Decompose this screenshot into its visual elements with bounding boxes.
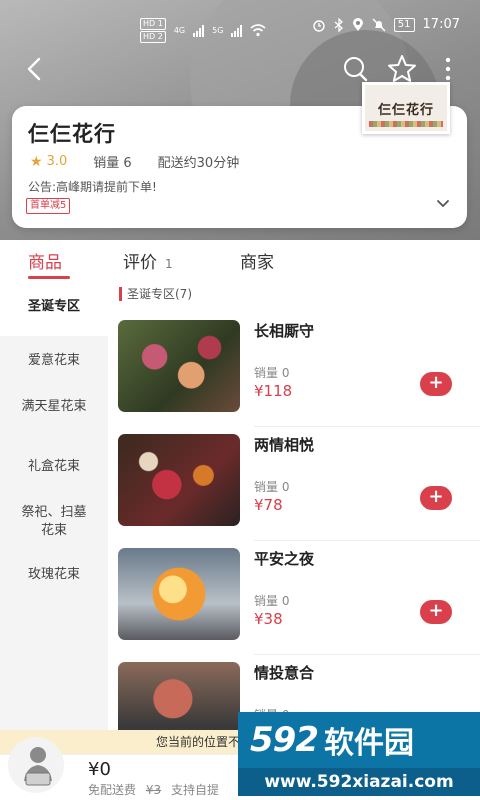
watermark-logo: 592 软件园 <box>238 712 480 768</box>
tab-merchant[interactable]: 商家 <box>240 248 274 273</box>
review-count: 1 <box>165 257 173 271</box>
shop-notice: 公告:高峰期请提前下单! <box>28 180 157 194</box>
add-icon: + <box>428 486 444 507</box>
network-type-2: 5G <box>212 26 224 35</box>
cart-total: ¥0 <box>88 759 111 780</box>
divider <box>254 426 480 427</box>
watermark-brand: 软件园 <box>323 726 414 761</box>
active-tab-indicator <box>28 276 70 279</box>
original-delivery-fee: ¥3 <box>145 783 162 797</box>
product-name: 两情相悦 <box>254 436 315 454</box>
divider <box>254 540 480 541</box>
product-image <box>118 320 240 412</box>
product-image <box>118 434 240 526</box>
category-babys-breath[interactable]: 满天星花束 <box>0 398 108 416</box>
category-memorial[interactable]: 祭祀、扫墓花束 <box>0 504 108 540</box>
product-name: 长相厮守 <box>254 322 315 340</box>
tab-products[interactable]: 商品 <box>28 248 62 273</box>
add-icon: + <box>428 372 444 393</box>
expand-chevron-icon[interactable] <box>436 198 450 210</box>
shop-rating: 3.0 <box>46 154 68 169</box>
category-rose[interactable]: 玫瑰花束 <box>0 566 108 584</box>
mute-icon <box>372 18 386 31</box>
category-love-bouquet[interactable]: 爱意花束 <box>0 352 108 370</box>
sim1-badge: HD 1 <box>140 18 166 30</box>
shop-name: 仨仨花行 <box>28 122 116 146</box>
product-sales: 销量 0 <box>254 366 290 380</box>
system-indicators: 51 17:07 <box>312 17 460 32</box>
location-icon <box>352 17 363 31</box>
search-icon[interactable] <box>340 54 370 84</box>
product-sales: 销量 0 <box>254 594 290 608</box>
product-sales: 销量 0 <box>254 480 290 494</box>
product-price: ¥38 <box>254 610 283 628</box>
add-to-cart-button[interactable]: + <box>420 600 452 624</box>
shop-meta: ★ 3.0 销量 6 配送约30分钟 <box>30 152 240 172</box>
network-type-1: 4G <box>173 26 186 35</box>
product-item[interactable]: 长相厮守 销量 0 ¥118 + <box>118 320 480 434</box>
shop-logo: 仨仨花行 <box>362 82 450 134</box>
shop-page: HD 1 HD 2 4G 5G 51 17:07 仨仨花行 ★ 3.0 销量 6… <box>0 0 480 800</box>
more-icon[interactable] <box>440 54 456 84</box>
product-name: 情投意合 <box>254 664 315 682</box>
free-delivery-label: 免配送费 <box>88 783 137 797</box>
product-item[interactable]: 两情相悦 销量 0 ¥78 + <box>118 434 480 548</box>
product-price: ¥78 <box>254 496 283 514</box>
sim2-badge: HD 2 <box>140 31 166 43</box>
battery-level: 51 <box>393 17 415 32</box>
back-icon[interactable] <box>20 54 50 84</box>
watermark-number: 592 <box>250 720 319 760</box>
signal-icon <box>193 24 205 37</box>
add-to-cart-button[interactable]: + <box>420 486 452 510</box>
category-christmas[interactable]: 圣诞专区 <box>0 284 108 336</box>
shop-sales: 销量 6 <box>93 156 132 171</box>
logo-flower-decoration <box>369 121 443 127</box>
network-indicators: HD 1 HD 2 4G 5G <box>140 18 266 43</box>
watermark-url: www.592xiazai.com <box>238 768 480 796</box>
product-name: 平安之夜 <box>254 550 315 568</box>
divider <box>254 654 480 655</box>
tab-label: 商家 <box>240 253 274 273</box>
status-bar: HD 1 HD 2 4G 5G 51 17:07 <box>0 0 480 50</box>
tab-bar: 商品 评价 1 商家 <box>0 240 480 280</box>
add-to-cart-button[interactable]: + <box>420 372 452 396</box>
favorite-star-icon[interactable] <box>386 53 418 85</box>
self-pickup-label: 支持自提 <box>170 783 219 797</box>
delivery-info: 免配送费 ¥3 支持自提 <box>88 781 225 798</box>
signal-icon <box>231 24 243 37</box>
add-icon: + <box>428 600 444 621</box>
product-price: ¥118 <box>254 382 293 400</box>
tab-label: 评价 <box>123 253 157 273</box>
category-sidebar: 圣诞专区 爱意花束 满天星花束 礼盒花束 祭祀、扫墓花束 玫瑰花束 <box>0 284 108 800</box>
bluetooth-icon <box>334 17 343 32</box>
section-title: 圣诞专区(7) <box>119 287 192 301</box>
product-item[interactable]: 平安之夜 销量 0 ¥38 + <box>118 548 480 662</box>
rating-star-icon: ★ <box>30 153 43 170</box>
product-image <box>118 548 240 640</box>
delivery-time: 配送约30分钟 <box>157 156 240 171</box>
tab-reviews[interactable]: 评价 1 <box>123 248 173 273</box>
category-gift-box[interactable]: 礼盒花束 <box>0 458 108 476</box>
tab-label: 商品 <box>28 253 62 273</box>
alarm-icon <box>313 19 325 32</box>
coupon-badge: 首单减5 <box>26 198 71 214</box>
shop-logo-text: 仨仨花行 <box>377 102 434 118</box>
cart-icon[interactable] <box>6 735 66 795</box>
wifi-icon <box>250 24 266 37</box>
site-watermark: 592 软件园 www.592xiazai.com <box>238 712 480 800</box>
clock: 17:07 <box>422 17 460 32</box>
